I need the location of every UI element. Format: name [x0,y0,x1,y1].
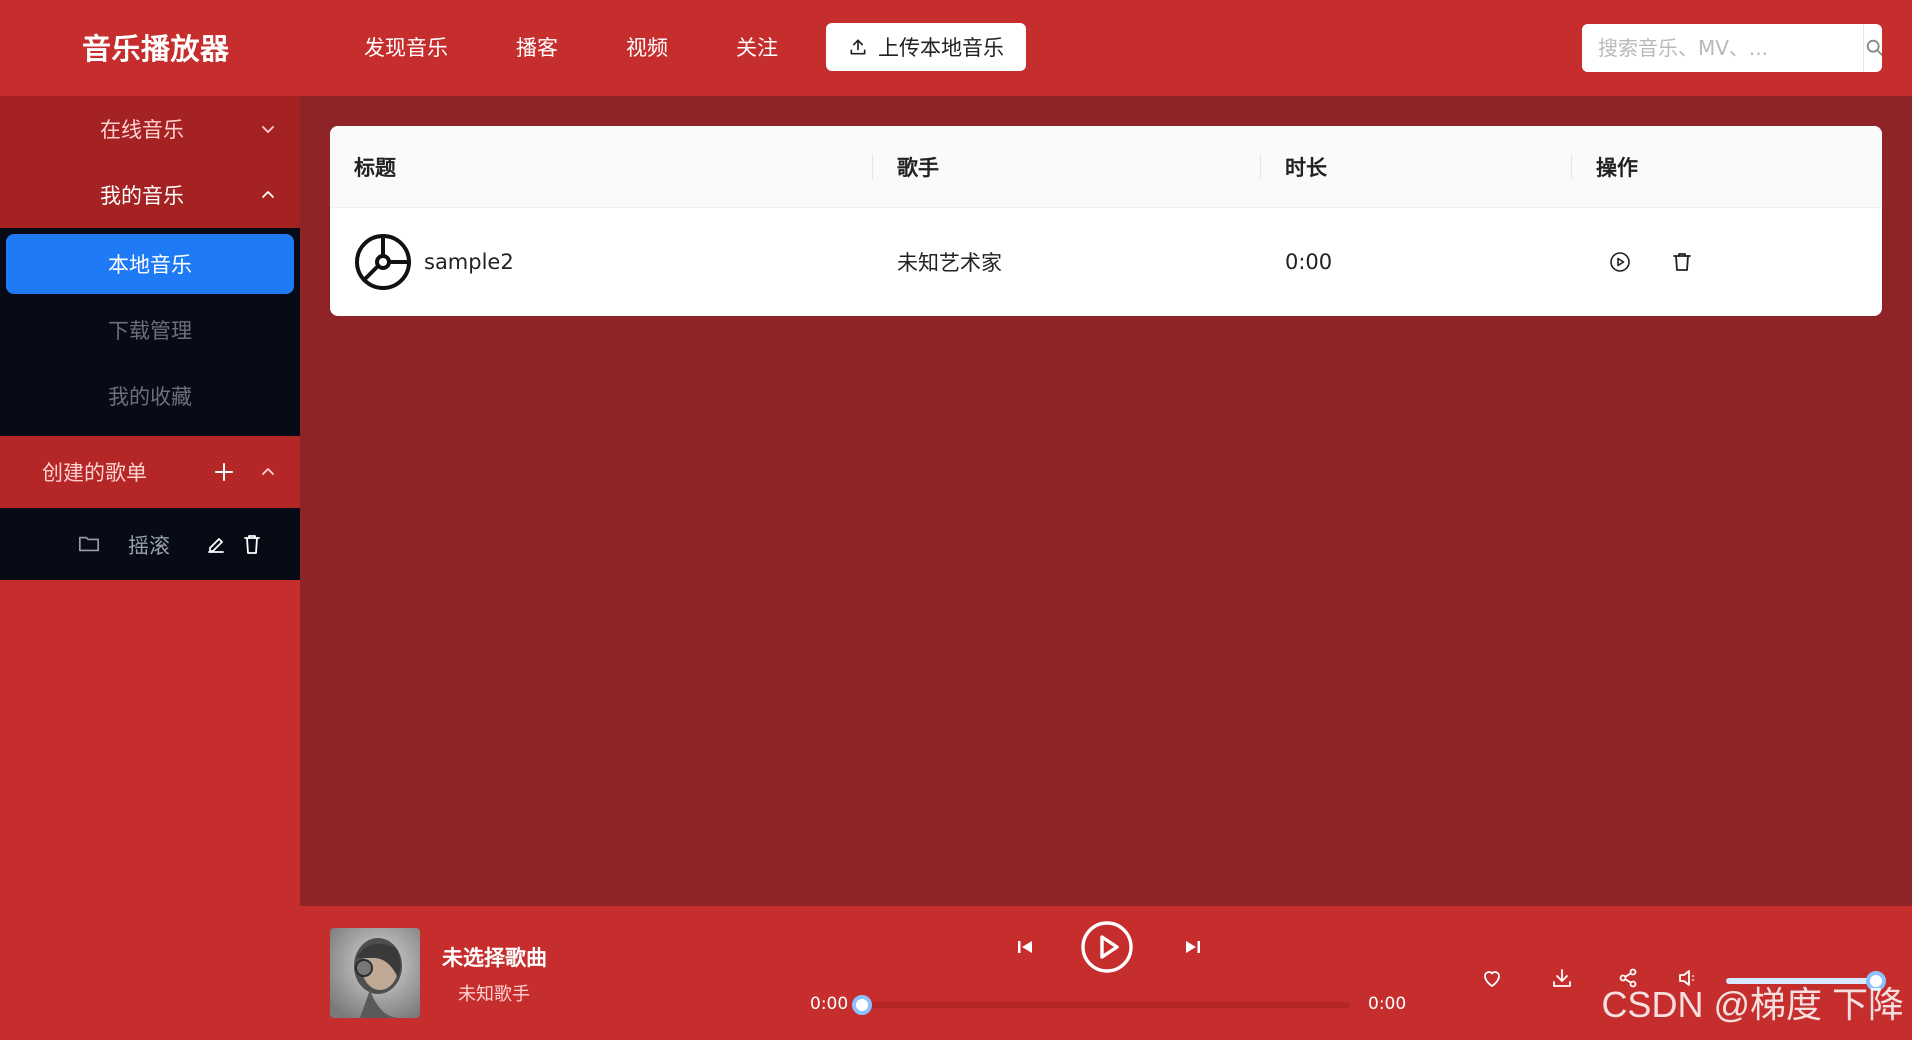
total-time: 0:00 [1368,994,1407,1014]
next-track-icon[interactable] [1182,936,1204,958]
chevron-down-icon [262,126,274,133]
chevron-up-icon [262,191,274,198]
now-playing-title: 未选择歌曲 [442,946,547,970]
created-playlists-label: 创建的歌单 [42,461,147,485]
nav-podcast[interactable]: 播客 [482,22,592,72]
top-nav: 发现音乐 播客 视频 关注 上传本地音乐 [330,22,1026,72]
music-disc-icon [355,234,411,290]
top-header: 音乐播放器 发现音乐 播客 视频 关注 上传本地音乐 [0,0,1912,96]
cell-duration: 0:00 [1261,208,1572,316]
play-circle-icon[interactable] [1608,250,1632,274]
menu-my-music-label: 我的音乐 [100,184,184,208]
album-cover-art [330,928,420,1018]
sidebar-item-download-manager[interactable]: 下载管理 [6,300,294,360]
cell-actions [1572,208,1882,316]
my-music-submenu: 本地音乐 下载管理 我的收藏 [0,228,300,436]
upload-local-music-button[interactable]: 上传本地音乐 [826,23,1026,71]
chevron-up-icon [262,468,274,475]
header-artist: 歌手 [873,126,1261,207]
playback-controls [1014,920,1224,974]
app-title: 音乐播放器 [82,32,230,66]
progress-handle[interactable] [852,995,872,1015]
upload-icon [850,39,866,55]
menu-online-music[interactable]: 在线音乐 [0,96,300,162]
song-artist-text: 未知艺术家 [897,251,1002,275]
album-cover[interactable] [330,928,420,1018]
edit-icon[interactable] [206,534,226,554]
trash-icon[interactable] [242,533,262,555]
song-duration-text: 0:00 [1285,250,1333,274]
menu-online-music-label: 在线音乐 [100,118,184,142]
search-box [1582,24,1882,72]
heart-icon[interactable] [1480,966,1504,990]
download-icon[interactable] [1550,966,1574,990]
nav-follow[interactable]: 关注 [702,22,812,72]
previous-track-icon[interactable] [1014,936,1036,958]
search-icon [1866,39,1882,57]
delete-icon[interactable] [1670,250,1694,274]
playlist-name: 摇滚 [128,534,170,558]
add-playlist-icon[interactable] [214,462,234,482]
cell-title: sample2 [330,208,873,316]
table-row[interactable]: sample2 未知艺术家 0:00 [330,208,1882,316]
player-bar: 未选择歌曲 未知歌手 0:00 0:00 CSDN @梯度 下降 [300,906,1912,1040]
header-duration: 时长 [1261,126,1572,207]
header-title: 标题 [330,126,873,207]
search-button[interactable] [1863,24,1882,72]
sidebar-item-local-music[interactable]: 本地音乐 [6,234,294,294]
row-actions [1596,250,1694,274]
nav-video[interactable]: 视频 [592,22,702,72]
watermark-text: CSDN @梯度 下降 [1601,984,1904,1025]
cell-artist: 未知艺术家 [873,208,1261,316]
nav-discover-music[interactable]: 发现音乐 [330,22,482,72]
search-input[interactable] [1582,24,1863,72]
folder-icon [79,536,99,552]
app-root: 音乐播放器 发现音乐 播客 视频 关注 上传本地音乐 搜索音乐、MV、... 在… [0,0,1912,1040]
header-actions: 操作 [1596,155,1638,180]
sidebar-item-my-favorites[interactable]: 我的收藏 [6,366,294,426]
upload-label: 上传本地音乐 [878,36,1004,60]
table-header: 标题 歌手 时长 操作 [330,126,1882,208]
sidebar: 在线音乐 我的音乐 本地音乐 下载管理 我的收藏 创建的歌单 摇滚 [0,96,300,1040]
playlist-list: 摇滚 [0,508,300,580]
song-table: 标题 歌手 时长 操作 sample2 未知艺术家 0:00 [330,126,1882,316]
playlist-item[interactable]: 摇滚 [0,508,300,580]
song-title-text: sample2 [424,250,514,274]
progress-slider[interactable] [852,995,1350,1015]
now-playing-artist: 未知歌手 [458,984,530,1005]
menu-group-main: 在线音乐 我的音乐 [0,96,300,228]
current-time: 0:00 [810,994,849,1014]
main-content: 标题 歌手 时长 操作 sample2 未知艺术家 0:00 [300,96,1912,906]
menu-my-music[interactable]: 我的音乐 [0,162,300,228]
play-pause-icon[interactable] [1080,920,1134,974]
created-playlists-header[interactable]: 创建的歌单 [0,436,300,508]
